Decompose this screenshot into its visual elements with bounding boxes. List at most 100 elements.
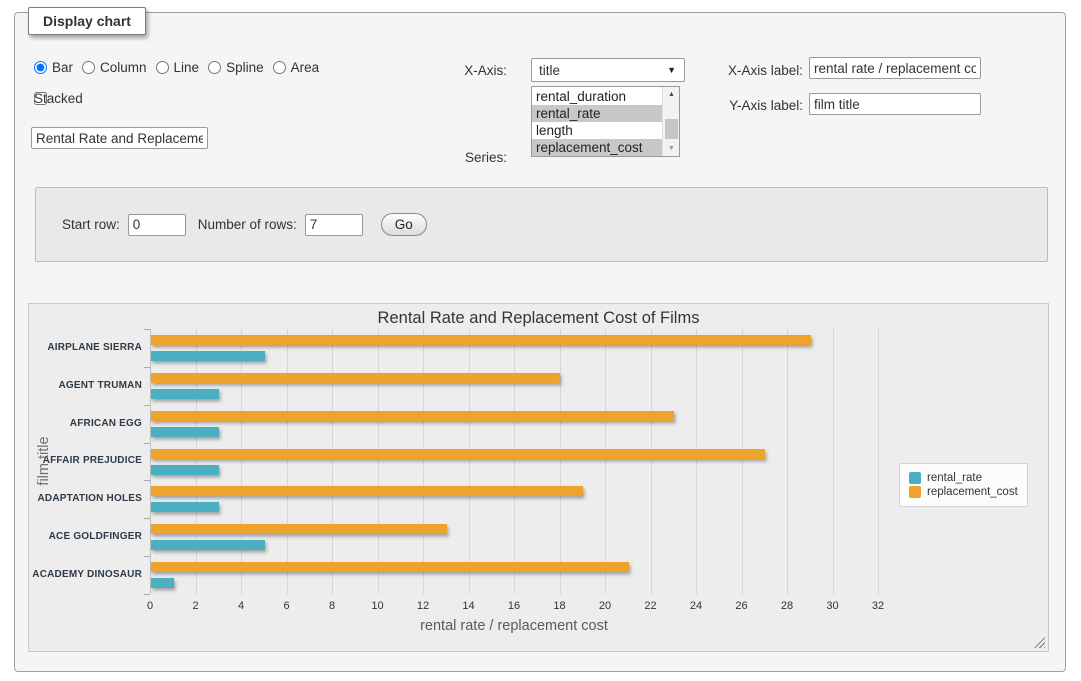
scroll-down-icon[interactable]: ▼ <box>663 141 680 156</box>
chart-title-input[interactable] <box>31 127 208 149</box>
y-axis-label-input[interactable] <box>809 93 981 115</box>
scrollbar-thumb[interactable] <box>665 119 678 139</box>
category-label-6: ACADEMY DINOSAUR <box>30 569 142 580</box>
x-tick-label-12: 12 <box>406 600 440 612</box>
bar-rental_rate-1[interactable] <box>151 389 219 399</box>
scroll-up-icon[interactable]: ▲ <box>663 87 680 102</box>
bar-replacement_cost-0[interactable] <box>151 335 811 345</box>
y-axis-label-label: Y-Axis label: <box>717 98 803 113</box>
x-tick-label-0: 0 <box>133 600 167 612</box>
chart-legend: rental_rate replacement_cost <box>899 463 1028 507</box>
radio-area-label[interactable]: Area <box>291 60 320 75</box>
number-of-rows-input[interactable] <box>305 214 363 236</box>
resize-handle-icon[interactable] <box>1034 637 1045 648</box>
chart-y-axis-title: film title <box>36 436 52 485</box>
radio-column[interactable] <box>82 61 95 74</box>
gridline-28 <box>787 329 788 594</box>
gridline-32 <box>878 329 879 594</box>
bar-replacement_cost-2[interactable] <box>151 411 674 421</box>
x-tick-label-10: 10 <box>361 600 395 612</box>
gridline-18 <box>560 329 561 594</box>
category-label-2: AFRICAN EGG <box>30 418 142 429</box>
x-tick-label-20: 20 <box>588 600 622 612</box>
gridline-20 <box>605 329 606 594</box>
series-scrollbar[interactable]: ▲ ▼ <box>662 87 679 156</box>
radio-bar[interactable] <box>34 61 47 74</box>
category-label-5: ACE GOLDFINGER <box>30 531 142 542</box>
chart-x-axis-title: rental rate / replacement cost <box>150 618 878 634</box>
radio-bar-label[interactable]: Bar <box>52 60 73 75</box>
x-axis-label: X-Axis: <box>445 63 507 78</box>
category-tick <box>144 480 150 481</box>
chart-title: Rental Rate and Replacement Cost of Film… <box>29 309 1048 328</box>
gridline-4 <box>241 329 242 594</box>
chart-type-radios: Bar Column Line Spline Area <box>34 60 328 75</box>
bar-rental_rate-2[interactable] <box>151 427 219 437</box>
x-tick-label-18: 18 <box>543 600 577 612</box>
bar-replacement_cost-5[interactable] <box>151 524 447 534</box>
radio-spline-label[interactable]: Spline <box>226 60 264 75</box>
x-tick-label-16: 16 <box>497 600 531 612</box>
gridline-26 <box>742 329 743 594</box>
radio-line[interactable] <box>156 61 169 74</box>
start-row-input[interactable] <box>128 214 186 236</box>
gridline-2 <box>196 329 197 594</box>
gridline-30 <box>833 329 834 594</box>
bar-rental_rate-4[interactable] <box>151 502 219 512</box>
gridline-12 <box>423 329 424 594</box>
radio-column-label[interactable]: Column <box>100 60 147 75</box>
stacked-label[interactable]: Stacked <box>34 91 83 106</box>
bar-replacement_cost-6[interactable] <box>151 562 629 572</box>
x-axis-label-label: X-Axis label: <box>717 63 803 78</box>
radio-spline[interactable] <box>208 61 221 74</box>
radio-area[interactable] <box>273 61 286 74</box>
series-options: rental_durationrental_ratelengthreplacem… <box>532 88 662 156</box>
legend-label-rental_rate: rental_rate <box>927 472 982 484</box>
bar-replacement_cost-4[interactable] <box>151 486 583 496</box>
bar-rental_rate-3[interactable] <box>151 465 219 475</box>
series-option-rental_duration[interactable]: rental_duration <box>532 88 662 105</box>
stacked-row: Stacked <box>34 92 53 105</box>
legend-item-replacement_cost[interactable]: replacement_cost <box>909 486 1018 498</box>
radio-line-label[interactable]: Line <box>174 60 200 75</box>
x-axis-select[interactable]: title ▼ <box>531 58 685 82</box>
bar-replacement_cost-1[interactable] <box>151 373 560 383</box>
category-label-1: AGENT TRUMAN <box>30 380 142 391</box>
start-row-label: Start row: <box>62 217 120 232</box>
category-tick <box>144 443 150 444</box>
chevron-down-icon: ▼ <box>667 65 676 75</box>
go-button[interactable]: Go <box>381 213 427 236</box>
gridline-8 <box>332 329 333 594</box>
gridline-14 <box>469 329 470 594</box>
rows-panel: Start row: Number of rows: Go <box>35 187 1048 262</box>
bar-replacement_cost-3[interactable] <box>151 449 765 459</box>
gridline-10 <box>378 329 379 594</box>
x-tick-label-32: 32 <box>861 600 895 612</box>
display-chart-tab[interactable]: Display chart <box>28 7 146 35</box>
category-tick <box>144 405 150 406</box>
category-tick <box>144 556 150 557</box>
category-tick <box>144 329 150 330</box>
gridline-24 <box>696 329 697 594</box>
chart: Rental Rate and Replacement Cost of Film… <box>28 303 1049 652</box>
x-tick-label-24: 24 <box>679 600 713 612</box>
gridline-16 <box>514 329 515 594</box>
x-tick-label-26: 26 <box>725 600 759 612</box>
number-of-rows-label: Number of rows: <box>198 217 297 232</box>
bar-rental_rate-0[interactable] <box>151 351 265 361</box>
bar-rental_rate-5[interactable] <box>151 540 265 550</box>
gridline-6 <box>287 329 288 594</box>
legend-item-rental_rate[interactable]: rental_rate <box>909 472 1018 484</box>
legend-swatch-rental_rate <box>909 472 921 484</box>
x-axis-selected-value: title <box>539 63 560 78</box>
series-multiselect[interactable]: rental_durationrental_ratelengthreplacem… <box>531 86 680 157</box>
series-option-replacement_cost[interactable]: replacement_cost <box>532 139 662 156</box>
category-tick <box>144 594 150 595</box>
series-option-length[interactable]: length <box>532 122 662 139</box>
legend-label-replacement_cost: replacement_cost <box>927 486 1018 498</box>
x-axis-label-input[interactable] <box>809 57 981 79</box>
gridline-0 <box>150 329 151 594</box>
series-option-rental_rate[interactable]: rental_rate <box>532 105 662 122</box>
bar-rental_rate-6[interactable] <box>151 578 174 588</box>
x-tick-label-4: 4 <box>224 600 258 612</box>
